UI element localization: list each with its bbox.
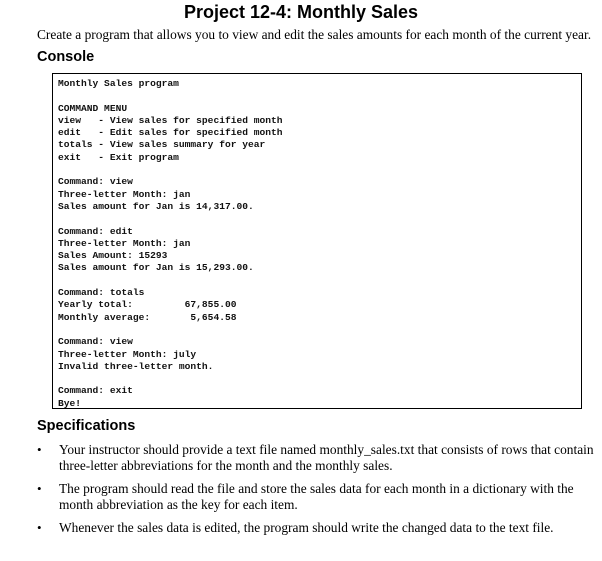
specification-item: • Your instructor should provide a text f… xyxy=(37,442,597,474)
specification-text: Whenever the sales data is edited, the p… xyxy=(59,520,554,535)
console-line: Command: exit xyxy=(58,385,133,397)
specification-text: The program should read the file and sto… xyxy=(59,481,574,512)
console-line: Command: view xyxy=(58,176,133,188)
console-line: Three-letter Month: jan xyxy=(58,188,191,200)
specifications-list: • Your instructor should provide a text f… xyxy=(37,442,597,543)
console-heading: Console xyxy=(37,49,95,65)
console-line: Sales amount for Jan is 14,317.00. xyxy=(58,200,254,212)
console-line: Invalid three-letter month. xyxy=(58,360,214,372)
console-line: COMMAND MENU xyxy=(58,102,128,114)
bullet-icon: • xyxy=(37,481,42,496)
bullet-icon: • xyxy=(37,520,42,535)
console-line: totals - View sales summary for year xyxy=(58,139,266,151)
console-line: Command: view xyxy=(58,336,133,348)
console-line: Three-letter Month: july xyxy=(58,348,197,360)
console-line: exit - Exit program xyxy=(58,151,179,163)
specification-item: • Whenever the sales data is edited, the … xyxy=(37,520,597,536)
console-line: view - View sales for specified month xyxy=(58,114,283,126)
console-line: Monthly Sales program xyxy=(58,78,179,89)
console-line: Sales amount for Jan is 15,293.00. xyxy=(58,262,254,274)
page-title: Project 12-4: Monthly Sales xyxy=(183,2,419,22)
intro-paragraph: Create a program that allows you to view… xyxy=(37,27,592,42)
specification-item: • The program should read the file and st… xyxy=(37,481,597,513)
console-line: edit - Edit sales for specified month xyxy=(58,127,283,139)
console-line: Command: edit xyxy=(58,225,133,237)
console-line: Three-letter Month: jan xyxy=(58,237,191,249)
console-line: Sales Amount: 15293 xyxy=(58,250,168,262)
console-lines: Monthly Sales program COMMAND MENU view - … xyxy=(58,78,283,410)
console-line: Bye! xyxy=(58,397,82,409)
specification-text: Your instructor should provide a text fi… xyxy=(59,442,594,473)
specifications-heading: Specifications xyxy=(37,418,136,434)
console-line: Yearly total: 67,855.00 xyxy=(58,299,237,311)
console-line: Command: totals xyxy=(58,287,145,299)
bullet-icon: • xyxy=(37,442,42,457)
console-output-box: Monthly Sales program COMMAND MENU view - … xyxy=(52,73,582,409)
console-line: Monthly average: 5,654.58 xyxy=(58,311,237,323)
